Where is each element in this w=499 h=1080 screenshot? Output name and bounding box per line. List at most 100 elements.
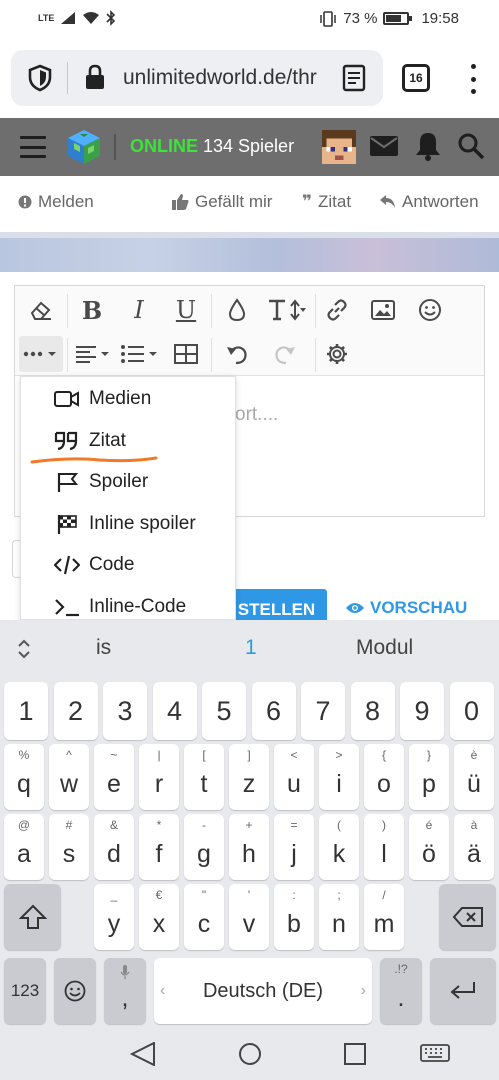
menu-item-spoiler[interactable]: Spoiler (21, 462, 235, 502)
mail-icon[interactable] (369, 134, 399, 158)
key-1[interactable]: 1 (4, 682, 48, 740)
reply-link[interactable]: Antworten (380, 192, 479, 212)
image-icon[interactable] (365, 292, 401, 328)
eraser-icon[interactable] (23, 292, 59, 328)
key-z[interactable]: ] z (229, 744, 269, 810)
color-drop-icon[interactable] (219, 292, 255, 328)
key-ü[interactable]: èü (454, 744, 494, 810)
key-h[interactable]: + h (229, 814, 269, 880)
address-bar[interactable]: unlimitedworld.de/thr (11, 50, 383, 106)
key-9[interactable]: 9 (400, 682, 444, 740)
key-ö[interactable]: éö (409, 814, 449, 880)
link-icon[interactable] (319, 292, 355, 328)
key-b[interactable]: :b (274, 884, 314, 950)
key-d[interactable]: & d (94, 814, 134, 880)
key-x[interactable]: € x (139, 884, 179, 950)
key-8[interactable]: 8 (350, 682, 395, 740)
search-icon[interactable] (457, 132, 485, 160)
clock: 19:58 (421, 10, 459, 27)
key-4[interactable]: 4 (152, 682, 197, 740)
key-f[interactable]: * f (139, 814, 179, 880)
key-ä[interactable]: àä (454, 814, 494, 880)
symbols-key[interactable]: 123 (4, 958, 46, 1024)
menu-item-medien[interactable]: Medien (21, 379, 235, 419)
key-t[interactable]: [t (184, 744, 224, 810)
tabs-icon[interactable]: 16 (402, 64, 430, 92)
player-count[interactable]: 134 Spieler (203, 136, 294, 157)
expand-icon[interactable] (16, 638, 32, 660)
report-link[interactable]: Melden (18, 192, 94, 212)
backspace-key[interactable] (439, 884, 496, 950)
online-label[interactable]: ONLINE (130, 136, 198, 157)
enter-key[interactable] (430, 958, 496, 1024)
avatar[interactable] (322, 130, 356, 164)
emoji-key[interactable] (54, 958, 96, 1024)
key-p[interactable]: } p (409, 744, 449, 810)
list-icon[interactable] (119, 336, 161, 372)
reader-mode-icon[interactable] (341, 64, 367, 92)
key-2[interactable]: 2 (53, 682, 98, 740)
suggestion-2[interactable]: 1 (245, 636, 257, 660)
key-3[interactable]: 3 (103, 682, 147, 740)
home-icon[interactable] (238, 1042, 262, 1066)
key-q[interactable]: % q (4, 744, 44, 810)
key-a[interactable]: @ a (4, 814, 44, 880)
space-key[interactable]: ‹ Deutsch (DE) › (154, 958, 372, 1024)
key-s[interactable]: # s (49, 814, 89, 880)
hamburger-menu-icon[interactable] (20, 136, 46, 158)
key-j[interactable]: = j (274, 814, 314, 880)
bold-icon[interactable]: B (74, 292, 110, 328)
undo-icon[interactable] (219, 336, 255, 372)
like-link[interactable]: Gefällt mir (172, 192, 272, 212)
quote-link[interactable]: ❞ Zitat (302, 192, 351, 212)
redo-icon[interactable] (267, 336, 303, 372)
preview-button[interactable]: VORSCHAU (345, 598, 467, 618)
back-icon[interactable] (130, 1042, 156, 1066)
align-icon[interactable] (73, 336, 113, 372)
menu-item-inline-spoiler[interactable]: Inline spoiler (21, 504, 235, 544)
key-c[interactable]: " c (184, 884, 224, 950)
key-n[interactable]: ; n (319, 884, 359, 950)
key-i[interactable]: > i (319, 744, 359, 810)
bell-icon[interactable] (414, 130, 442, 162)
key-6[interactable]: 6 (251, 682, 296, 740)
key-o[interactable]: {o (364, 744, 404, 810)
key-v[interactable]: ' v (229, 884, 269, 950)
period-key[interactable]: .!? . (380, 958, 422, 1024)
submit-button[interactable]: STELLEN (226, 589, 327, 621)
menu-item-code[interactable]: Code (21, 545, 235, 585)
italic-icon[interactable]: I (121, 292, 157, 328)
key-w[interactable]: ^ w (49, 744, 89, 810)
key-5[interactable]: 5 (202, 682, 246, 740)
browser-toolbar: unlimitedworld.de/thr 16 (0, 40, 499, 118)
key-g[interactable]: -g (184, 814, 224, 880)
suggestion-3[interactable]: Modul (356, 636, 413, 660)
underline-icon[interactable]: U (168, 292, 204, 328)
backspace-icon (452, 907, 483, 927)
shift-icon (18, 904, 47, 929)
smiley-icon[interactable] (412, 292, 448, 328)
comma-key[interactable]: , (104, 958, 146, 1024)
keyboard-hide-icon[interactable] (420, 1044, 450, 1064)
more-options-icon[interactable] (19, 336, 63, 372)
more-icon[interactable] (465, 64, 481, 94)
key-u[interactable]: < u (274, 744, 314, 810)
key-k[interactable]: (k (319, 814, 359, 880)
shift-key[interactable] (4, 884, 61, 950)
key-0[interactable]: 0 (449, 682, 494, 740)
url-text[interactable]: unlimitedworld.de/thr (123, 66, 323, 90)
key-m[interactable]: / m (364, 884, 404, 950)
shield-icon[interactable] (27, 64, 53, 92)
reply-icon (380, 195, 395, 208)
key-l[interactable]: ) l (364, 814, 404, 880)
key-r[interactable]: | r (139, 744, 179, 810)
text-size-icon[interactable] (265, 292, 309, 328)
key-7[interactable]: 7 (301, 682, 345, 740)
site-logo[interactable] (66, 128, 102, 166)
key-y[interactable]: _ y (94, 884, 134, 950)
suggestion-1[interactable]: is (96, 636, 111, 660)
recents-icon[interactable] (344, 1043, 366, 1065)
settings-icon[interactable] (319, 336, 355, 372)
table-icon[interactable] (168, 336, 204, 372)
key-e[interactable]: ~ e (94, 744, 134, 810)
